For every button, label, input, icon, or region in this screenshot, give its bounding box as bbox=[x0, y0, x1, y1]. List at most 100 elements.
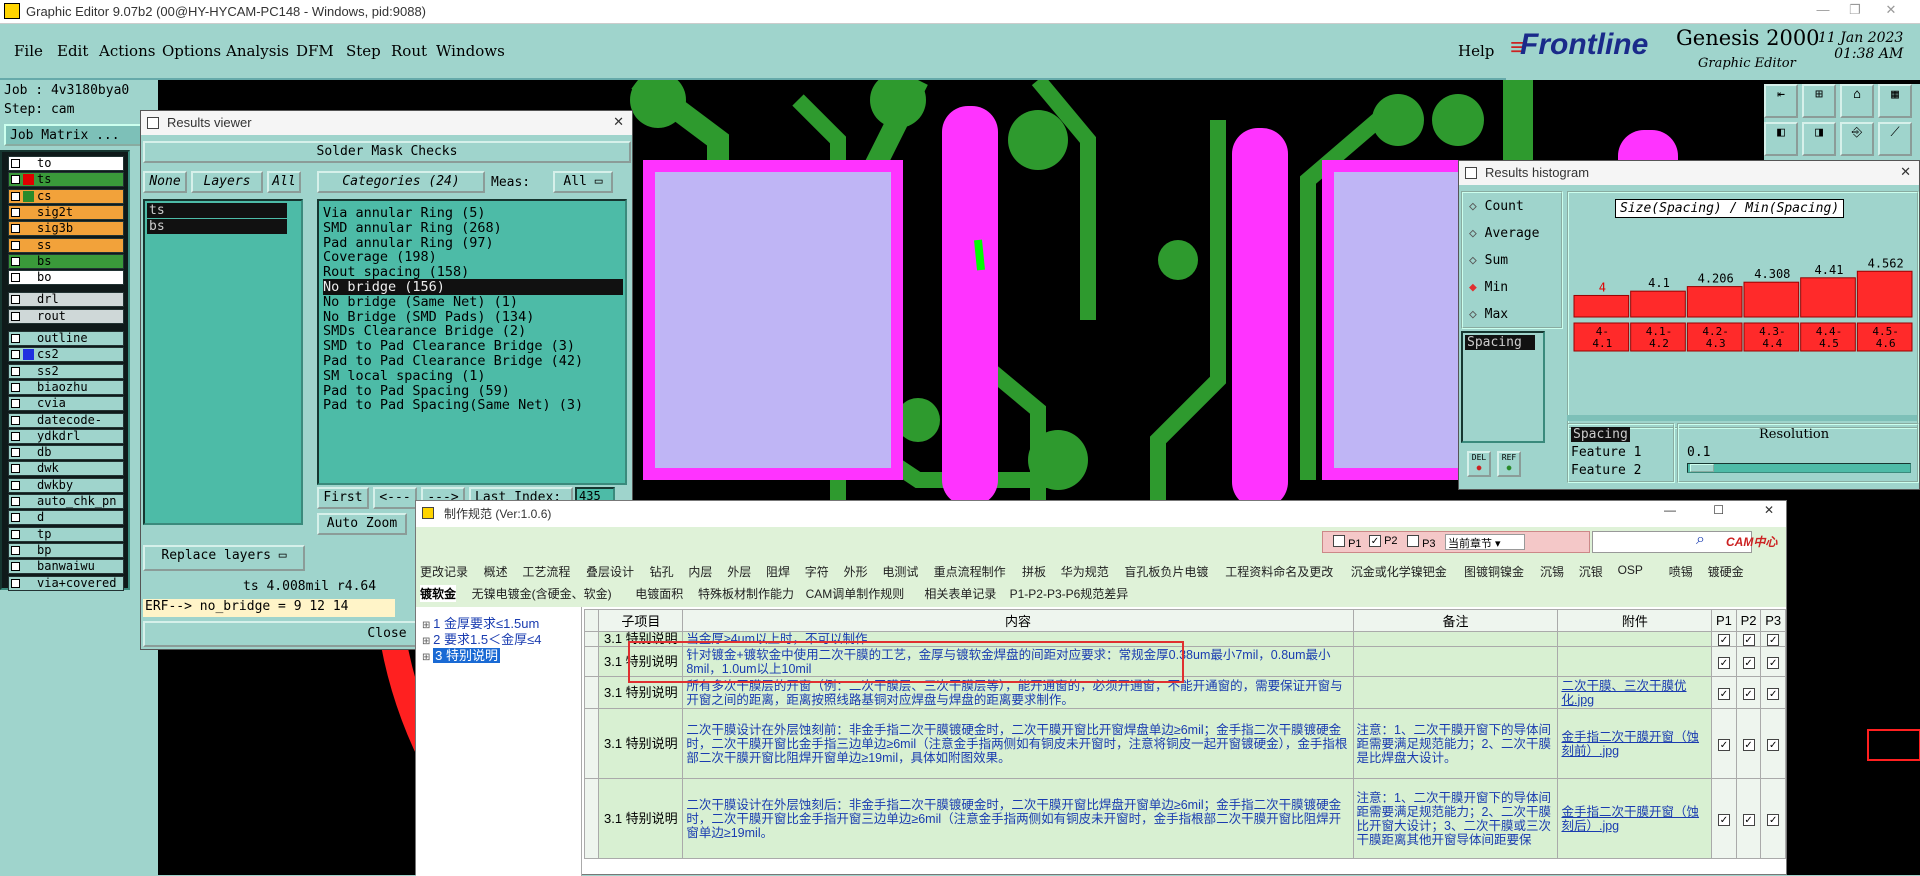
category-item[interactable]: SM local spacing (1) bbox=[323, 368, 486, 384]
spec-tab[interactable]: 叠层设计 bbox=[586, 563, 634, 580]
category-item[interactable]: Via annular Ring (5) bbox=[323, 205, 486, 221]
layer-row[interactable]: bp bbox=[8, 542, 124, 558]
spec-tab[interactable]: 喷锡 bbox=[1669, 563, 1693, 580]
layer-row[interactable]: ts bbox=[8, 172, 124, 188]
checkbox[interactable]: ✓ bbox=[1767, 656, 1780, 669]
layer-row[interactable]: db bbox=[8, 445, 124, 461]
layer-row[interactable]: d bbox=[8, 510, 124, 526]
layer-checkbox[interactable] bbox=[11, 311, 20, 321]
none-button[interactable]: None bbox=[143, 171, 187, 193]
layer-row[interactable]: dwkby bbox=[8, 477, 124, 493]
radio-icon[interactable]: ◇ bbox=[1469, 253, 1485, 268]
zoom-home-icon[interactable]: ⇤ bbox=[1764, 84, 1798, 118]
row-check[interactable]: ✓ bbox=[1760, 778, 1786, 859]
spec-tab[interactable]: 概述 bbox=[484, 563, 508, 580]
menu-dfm[interactable]: DFM bbox=[296, 42, 334, 60]
option-count[interactable]: ◇ Count bbox=[1469, 199, 1524, 214]
spec-tab[interactable]: 电测试 bbox=[882, 563, 918, 580]
pan-left-icon[interactable]: ◧ bbox=[1764, 122, 1798, 156]
radio-icon[interactable]: ◇ bbox=[1469, 199, 1485, 214]
close-icon[interactable]: ✕ bbox=[1764, 503, 1774, 517]
attachment-link[interactable]: 金手指二次干膜开窗（蚀刻前）.jpg bbox=[1561, 730, 1699, 758]
close-icon[interactable]: ✕ bbox=[1876, 2, 1906, 18]
layer-row[interactable]: cs bbox=[8, 188, 124, 204]
category-item[interactable]: No bridge (156) bbox=[323, 279, 623, 295]
p2-check[interactable]: ✓ P2 bbox=[1369, 535, 1398, 547]
layer-checkbox[interactable] bbox=[11, 366, 20, 376]
layer-row[interactable]: to bbox=[8, 156, 124, 171]
layer-checkbox[interactable] bbox=[11, 399, 20, 409]
checkbox[interactable]: ✓ bbox=[1767, 687, 1780, 700]
section-select[interactable]: 当前章节 ▾ bbox=[1445, 534, 1525, 550]
category-item[interactable]: Pad to Pad Clearance Bridge (42) bbox=[323, 353, 583, 369]
spec-tab[interactable]: 重点流程制作 bbox=[934, 563, 1006, 580]
layer-row[interactable]: drl bbox=[8, 292, 124, 308]
layer-checkbox[interactable] bbox=[11, 273, 20, 283]
layer-checkbox[interactable] bbox=[11, 415, 20, 425]
first-button[interactable]: First bbox=[317, 487, 369, 509]
ref-button[interactable]: REF ● bbox=[1497, 451, 1521, 477]
checkbox[interactable]: ✓ bbox=[1717, 738, 1730, 751]
menu-analysis[interactable]: Analysis bbox=[226, 42, 289, 60]
layer-checkbox[interactable] bbox=[11, 382, 20, 392]
minimize-icon[interactable]: — bbox=[1808, 2, 1838, 17]
layer-row[interactable]: sig2t bbox=[8, 204, 124, 220]
checkbox[interactable]: ✓ bbox=[1717, 656, 1730, 669]
category-item[interactable]: Pad annular Ring (97) bbox=[323, 235, 494, 251]
spec-tab[interactable]: P1-P2-P3-P6规范差异 bbox=[1010, 585, 1129, 602]
spec-tab[interactable]: 华为规范 bbox=[1061, 563, 1109, 580]
layer-checkbox[interactable] bbox=[11, 159, 20, 168]
checkbox[interactable]: ✓ bbox=[1767, 813, 1780, 826]
option-sum[interactable]: ◇ Sum bbox=[1469, 253, 1508, 268]
option-max[interactable]: ◇ Max bbox=[1469, 307, 1508, 322]
layer-checkbox[interactable] bbox=[11, 256, 20, 266]
category-item[interactable]: Pad to Pad Spacing (59) bbox=[323, 383, 510, 399]
layer-row[interactable]: auto_chk_pn bbox=[8, 494, 124, 509]
checkbox[interactable]: ✓ bbox=[1767, 634, 1780, 646]
row-attachment[interactable]: 二次干膜、三次干膜优化.jpg bbox=[1557, 676, 1713, 709]
category-item[interactable]: No Bridge (SMD Pads) (134) bbox=[323, 309, 534, 325]
layer-row[interactable]: banwaiwu bbox=[8, 559, 124, 575]
checkbox[interactable]: ✓ bbox=[1742, 687, 1755, 700]
row-check[interactable]: ✓ bbox=[1711, 631, 1737, 647]
spec-tab[interactable]: 外形 bbox=[844, 563, 868, 580]
checkbox[interactable]: ✓ bbox=[1717, 634, 1730, 646]
layer-checkbox[interactable] bbox=[11, 295, 20, 305]
p3-checkbox[interactable] bbox=[1407, 535, 1419, 547]
home-icon[interactable]: ⌂ bbox=[1840, 84, 1874, 118]
category-list[interactable]: Via annular Ring (5) SMD annular Ring (26… bbox=[317, 199, 627, 485]
layer-row[interactable]: dwk bbox=[8, 461, 124, 477]
spec-tab[interactable]: 更改记录 bbox=[420, 563, 468, 580]
row-check[interactable]: ✓ bbox=[1735, 708, 1762, 779]
option-average[interactable]: ◇ Average bbox=[1469, 226, 1539, 241]
spec-tab[interactable]: 盲孔板负片电镀 bbox=[1124, 563, 1208, 580]
field-spacing-item[interactable]: Spacing bbox=[1465, 335, 1535, 350]
checkbox[interactable]: ✓ bbox=[1742, 738, 1755, 751]
p3-check[interactable]: P3 bbox=[1407, 535, 1436, 550]
layer-checkbox[interactable] bbox=[11, 350, 20, 360]
spec-tab[interactable]: 沉锡 bbox=[1540, 563, 1564, 580]
spec-tab[interactable]: 相关表单记录 bbox=[924, 585, 996, 602]
option-min[interactable]: ◆ Min bbox=[1469, 280, 1508, 295]
spec-tab[interactable]: 拼板 bbox=[1022, 563, 1046, 580]
row-check[interactable]: ✓ bbox=[1711, 646, 1737, 677]
layer-row[interactable]: cs2 bbox=[8, 347, 124, 363]
zoom-in-icon[interactable]: ⊞ bbox=[1802, 84, 1836, 118]
layer-row[interactable]: biaozhu bbox=[8, 379, 124, 395]
table-row[interactable]: 3.1 特别说明 二次干膜设计在外层蚀刻前：非金手指二次干膜镀硬金时，二次干膜开窗… bbox=[583, 708, 1786, 779]
spec-tab[interactable]: 图镀铜镍金 bbox=[1464, 563, 1524, 580]
radio-icon[interactable]: ◇ bbox=[1469, 307, 1485, 322]
layers-button[interactable]: Layers bbox=[191, 171, 263, 193]
layer-checkbox[interactable] bbox=[11, 545, 20, 555]
category-item[interactable]: SMDs Clearance Bridge (2) bbox=[323, 323, 526, 339]
row-check[interactable]: ✓ bbox=[1711, 778, 1737, 859]
close-icon[interactable]: ✕ bbox=[613, 114, 624, 130]
spec-tab[interactable]: 沉银 bbox=[1579, 563, 1603, 580]
all-button[interactable]: All bbox=[267, 171, 301, 193]
resolution-slider-thumb[interactable] bbox=[1690, 464, 1714, 472]
row-check[interactable]: ✓ bbox=[1760, 676, 1786, 709]
layer-result-item[interactable]: ts bbox=[147, 203, 287, 218]
row-check[interactable]: ✓ bbox=[1735, 778, 1762, 859]
checkbox[interactable]: ✓ bbox=[1742, 813, 1755, 826]
layer-checkbox[interactable] bbox=[11, 513, 20, 523]
